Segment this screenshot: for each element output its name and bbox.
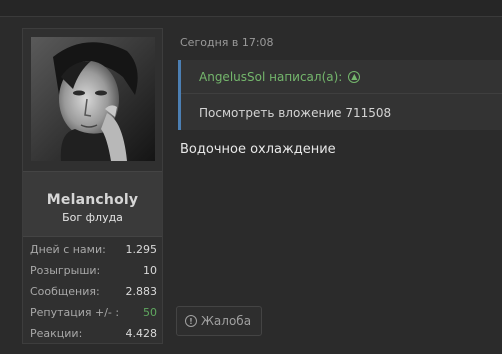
- forum-post: Melancholy Бог флуда Дней с нами: 1.295 …: [0, 18, 502, 354]
- stat-value: 1.295: [125, 243, 158, 256]
- stat-label: Розыгрыши:: [30, 264, 101, 277]
- avatar-image: [31, 37, 155, 161]
- report-label: Жалоба: [201, 314, 252, 328]
- stat-reactions: Реакции: 4.428: [30, 327, 157, 348]
- alert-circle-icon: !: [185, 315, 197, 327]
- arrow-up-circle-icon[interactable]: ▲: [348, 70, 361, 83]
- stat-value[interactable]: 2.883: [126, 285, 158, 298]
- stat-label: Сообщения:: [30, 285, 100, 298]
- stat-label: Репутация +/- :: [30, 306, 120, 319]
- user-card: Melancholy Бог флуда Дней с нами: 1.295 …: [22, 28, 163, 344]
- report-button[interactable]: ! Жалоба: [176, 306, 262, 336]
- message-text: Водочное охлаждение: [180, 142, 336, 157]
- user-stats: Дней с нами: 1.295 Розыгрыши: 10 Сообщен…: [30, 243, 157, 348]
- avatar[interactable]: [31, 37, 155, 161]
- post-date[interactable]: Сегодня в 17:08: [180, 36, 274, 49]
- stat-giveaways: Розыгрыши: 10: [30, 264, 157, 285]
- quote-header[interactable]: AngelusSol написал(а): ▲: [181, 60, 502, 94]
- stat-value: 50: [143, 306, 157, 319]
- quote-author[interactable]: AngelusSol написал(а):: [199, 70, 342, 84]
- quote-attachment-link[interactable]: Посмотреть вложение 711508: [199, 106, 391, 120]
- username[interactable]: Melancholy: [23, 192, 162, 208]
- stat-days: Дней с нами: 1.295: [30, 243, 157, 264]
- stat-label: Дней с нами:: [30, 243, 106, 256]
- user-title: Бог флуда: [62, 211, 123, 224]
- stat-value: 10: [143, 264, 157, 277]
- stat-reputation: Репутация +/- : 50: [30, 306, 157, 327]
- user-name-block: Melancholy Бог флуда: [23, 171, 162, 237]
- stat-messages: Сообщения: 2.883: [30, 285, 157, 306]
- stat-value: 4.428: [125, 327, 158, 340]
- stat-label: Реакции:: [30, 327, 83, 340]
- quote-block: AngelusSol написал(а): ▲ Посмотреть влож…: [178, 60, 502, 130]
- top-bar: [0, 0, 502, 17]
